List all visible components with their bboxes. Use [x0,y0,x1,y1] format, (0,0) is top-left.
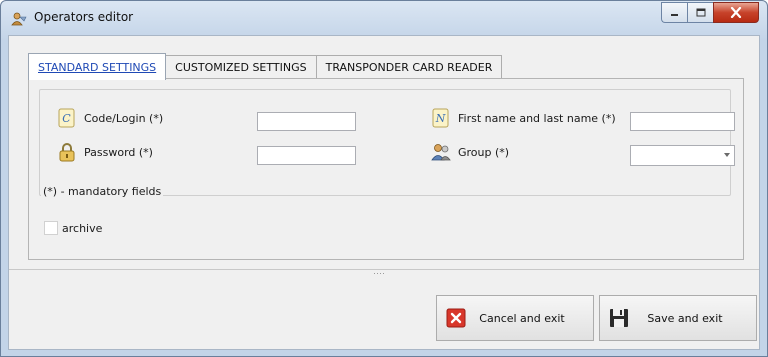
first-last-name-row: N First name and last name (*) [430,107,616,129]
client-area: STANDARD SETTINGS CUSTOMIZED SETTINGS TR… [8,35,760,350]
group-row: Group (*) [430,141,509,163]
group-select[interactable] [630,145,735,166]
mandatory-fields-note: (*) - mandatory fields [41,185,164,198]
cancel-and-exit-button[interactable]: Cancel and exit [436,295,594,341]
archive-checkbox[interactable] [44,221,58,235]
title-bar[interactable]: Operators editor [1,1,767,35]
id-card-icon: C [58,108,75,128]
standard-settings-panel: C Code/Login (*) Password (*) N First na… [28,78,744,260]
svg-text:N: N [435,112,446,125]
code-login-row: C Code/Login (*) [56,107,163,129]
svg-text:C: C [62,112,71,125]
code-login-label: Code/Login (*) [84,111,164,125]
panel-divider [9,269,759,270]
password-label: Password (*) [84,145,153,159]
operators-editor-window: Operators editor STANDARD SETTINGS CUSTO… [0,0,768,357]
window-title: Operators editor [34,10,134,24]
floppy-disk-icon [610,309,628,327]
first-last-name-input[interactable] [630,112,735,131]
archive-checkbox-row[interactable]: archive [44,221,102,235]
minimize-button[interactable] [661,2,687,23]
name-card-icon: N [432,108,449,128]
maximize-button[interactable] [687,2,713,23]
password-row: Password (*) [56,141,153,163]
users-group-icon [431,144,451,161]
operator-icon [11,12,27,26]
mandatory-fields-group: C Code/Login (*) Password (*) N First na… [39,89,735,196]
red-x-icon [446,308,466,328]
tab-customized-settings[interactable]: CUSTOMIZED SETTINGS [165,55,317,79]
archive-label: archive [62,221,103,235]
splitter-handle[interactable] [374,273,386,276]
tab-strip: STANDARD SETTINGS CUSTOMIZED SETTINGS TR… [28,53,503,80]
minimize-icon [671,14,678,16]
padlock-icon [59,143,75,162]
chevron-down-icon[interactable] [724,153,730,157]
first-last-name-label: First name and last name (*) [458,111,616,125]
code-login-input[interactable] [257,112,356,131]
cancel-and-exit-label: Cancel and exit [479,311,565,325]
close-icon [730,7,742,18]
tab-transponder-card-reader[interactable]: TRANSPONDER CARD READER [315,55,503,79]
save-and-exit-label: Save and exit [647,311,723,325]
tab-standard-settings[interactable]: STANDARD SETTINGS [28,53,167,80]
maximize-icon [696,8,705,17]
window-controls [661,2,759,23]
group-label: Group (*) [458,145,510,159]
close-button[interactable] [713,2,759,23]
save-and-exit-button[interactable]: Save and exit [599,295,757,341]
password-input[interactable] [257,146,356,165]
